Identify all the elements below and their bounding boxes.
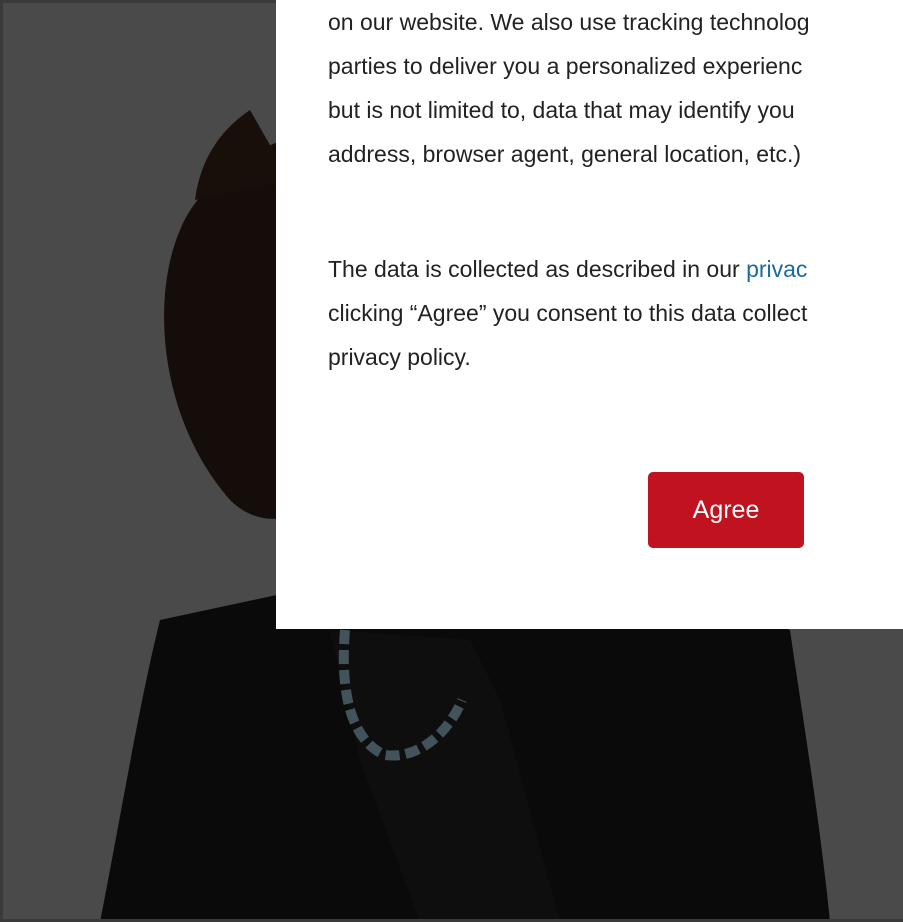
consent-line-prefix: The data is collected as described in ou… <box>328 256 747 282</box>
consent-line: address, browser agent, general location… <box>328 141 802 167</box>
consent-line: The data is collected as described in ou… <box>328 247 903 291</box>
consent-line: on our website. We also use tracking tec… <box>328 9 810 35</box>
cookie-consent-dialog: on our website. We also use tracking tec… <box>276 0 903 629</box>
consent-line: privacy policy. <box>328 344 471 370</box>
agree-button[interactable]: Agree <box>648 472 804 548</box>
frame-border-left <box>0 0 3 922</box>
privacy-policy-link[interactable]: privac <box>746 256 807 282</box>
consent-paragraph-policy: The data is collected as described in ou… <box>328 247 903 379</box>
page: on our website. We also use tracking tec… <box>0 0 903 922</box>
consent-line: but is not limited to, data that may ide… <box>328 97 795 123</box>
consent-paragraph-tracking: on our website. We also use tracking tec… <box>328 0 903 176</box>
consent-text: on our website. We also use tracking tec… <box>328 0 903 379</box>
consent-line: clicking “Agree” you consent to this dat… <box>328 300 808 326</box>
consent-line: parties to deliver you a personalized ex… <box>328 53 803 79</box>
